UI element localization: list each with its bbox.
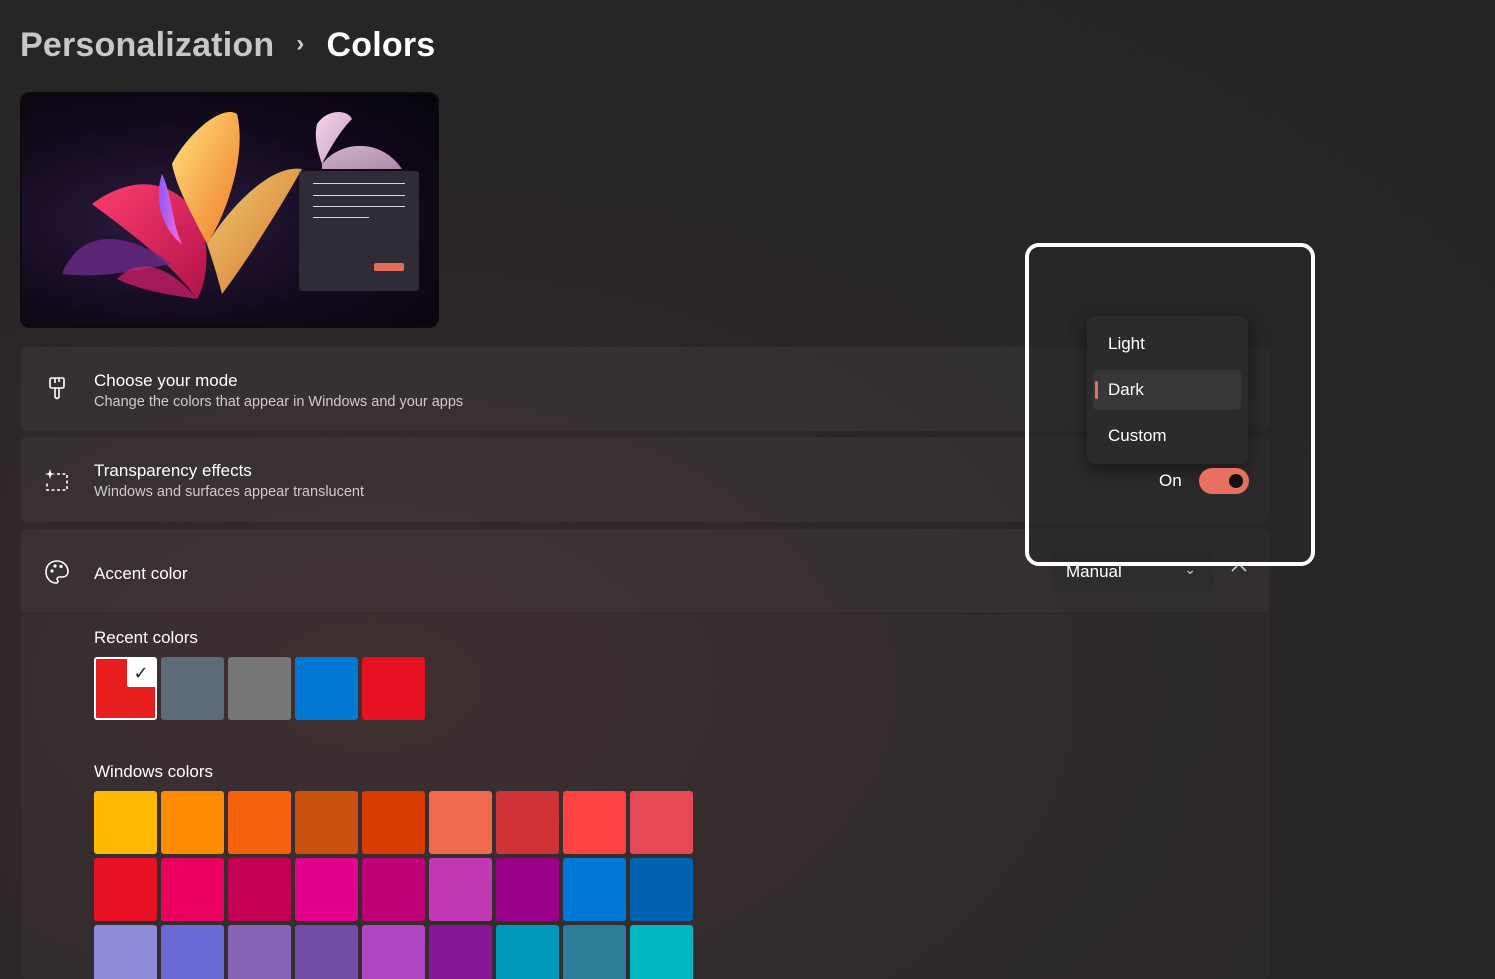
windows-color-swatch[interactable] [630, 791, 693, 854]
windows-color-swatch[interactable] [362, 791, 425, 854]
transparency-subtitle: Windows and surfaces appear translucent [94, 484, 365, 500]
recent-color-swatch[interactable] [161, 657, 224, 720]
breadcrumb-personalization[interactable]: Personalization [20, 26, 274, 65]
selection-indicator [1095, 381, 1098, 399]
recent-color-swatch[interactable]: ✓ [94, 657, 157, 720]
windows-color-swatch[interactable] [429, 791, 492, 854]
windows-color-swatch[interactable] [429, 925, 492, 979]
transparency-title: Transparency effects [94, 461, 252, 480]
windows-color-swatch[interactable] [563, 858, 626, 921]
checkmark-icon: ✓ [127, 659, 155, 687]
accent-color-title: Accent color [94, 564, 188, 583]
menu-item-light-label: Light [1108, 334, 1145, 353]
windows-color-swatch[interactable] [94, 791, 157, 854]
windows-color-swatch[interactable] [228, 925, 291, 979]
menu-item-dark-label: Dark [1108, 380, 1144, 399]
choose-mode-title: Choose your mode [94, 371, 238, 390]
page-title: Colors [326, 26, 436, 64]
preview-button-swatch [374, 263, 404, 271]
transparency-icon [45, 469, 68, 491]
menu-item-light[interactable]: Light [1093, 324, 1241, 364]
recent-color-swatch[interactable] [362, 657, 425, 720]
chevron-right-icon: › [296, 29, 305, 57]
recent-colors-label: Recent colors [94, 628, 198, 647]
windows-color-swatch[interactable] [228, 791, 291, 854]
windows-color-swatch[interactable] [94, 925, 157, 979]
windows-color-swatch[interactable] [295, 791, 358, 854]
windows-color-swatch[interactable] [429, 858, 492, 921]
recent-color-swatch[interactable] [295, 657, 358, 720]
windows-color-swatch[interactable] [161, 791, 224, 854]
breadcrumb: Personalization › Colors [20, 26, 435, 65]
toggle-knob [1229, 474, 1243, 488]
windows-color-swatch[interactable] [496, 791, 559, 854]
windows-color-swatch[interactable] [362, 858, 425, 921]
menu-item-custom[interactable]: Custom [1093, 416, 1241, 456]
preview-window [299, 171, 419, 291]
windows-color-swatch[interactable] [161, 925, 224, 979]
windows-color-swatch[interactable] [94, 858, 157, 921]
windows-color-swatch[interactable] [496, 858, 559, 921]
windows-color-swatch[interactable] [228, 858, 291, 921]
transparency-toggle-label: On [1159, 471, 1182, 490]
mode-dropdown-menu: Light Dark Custom [1087, 316, 1248, 464]
windows-color-swatch[interactable] [563, 925, 626, 979]
windows-color-swatch[interactable] [295, 925, 358, 979]
windows-color-swatch[interactable] [563, 791, 626, 854]
choose-mode-subtitle: Change the colors that appear in Windows… [94, 394, 464, 410]
recent-color-swatch[interactable] [228, 657, 291, 720]
menu-item-custom-label: Custom [1108, 426, 1167, 445]
windows-color-swatch[interactable] [496, 925, 559, 979]
windows-color-swatch[interactable] [630, 925, 693, 979]
windows-color-swatch[interactable] [630, 858, 693, 921]
windows-color-swatch[interactable] [295, 858, 358, 921]
transparency-toggle[interactable] [1199, 468, 1249, 494]
windows-color-swatch[interactable] [362, 925, 425, 979]
palette-icon [45, 560, 69, 584]
paintbrush-icon [49, 377, 65, 400]
menu-item-dark[interactable]: Dark [1093, 370, 1241, 410]
theme-preview-image [20, 92, 439, 328]
windows-color-swatch[interactable] [161, 858, 224, 921]
windows-colors-label: Windows colors [94, 762, 214, 781]
